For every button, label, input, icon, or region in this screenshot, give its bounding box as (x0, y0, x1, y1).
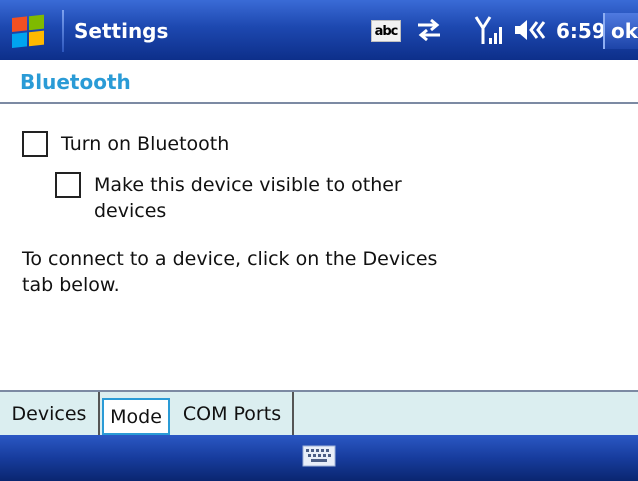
ok-button[interactable]: ok (603, 13, 638, 49)
speaker-icon[interactable] (513, 14, 551, 50)
title-separator (62, 10, 64, 52)
page-header: Bluetooth (0, 60, 638, 104)
bottom-bar (0, 435, 638, 481)
keyboard-icon (302, 445, 336, 467)
page-title: Bluetooth (20, 70, 131, 94)
app-title: Settings (74, 19, 169, 43)
info-text-line1: To connect to a device, click on the Dev… (22, 248, 438, 270)
turn-on-bluetooth-checkbox[interactable] (22, 131, 48, 157)
visible-device-checkbox[interactable] (55, 172, 81, 198)
start-button[interactable] (0, 8, 58, 54)
title-bar: Settings abc 6:59 ok (0, 0, 638, 60)
visible-device-label-line1[interactable]: Make this device visible to other (94, 172, 402, 198)
tab-com-ports[interactable]: COM Ports (172, 392, 294, 435)
windows-flag-icon (12, 14, 44, 48)
clock[interactable]: 6:59 (556, 19, 606, 43)
turn-on-bluetooth-label[interactable]: Turn on Bluetooth (61, 131, 229, 157)
tab-bar: Devices Mode COM Ports (0, 390, 638, 435)
info-text-line2: tab below. (22, 274, 120, 296)
connectivity-arrows-icon[interactable] (414, 14, 444, 50)
tab-devices[interactable]: Devices (0, 392, 100, 435)
visible-device-label-line2[interactable]: devices (94, 198, 166, 224)
keyboard-button[interactable] (302, 445, 336, 467)
tab-mode[interactable]: Mode (102, 398, 170, 435)
signal-strength-icon[interactable] (474, 14, 508, 50)
input-mode-indicator[interactable]: abc (371, 20, 401, 42)
